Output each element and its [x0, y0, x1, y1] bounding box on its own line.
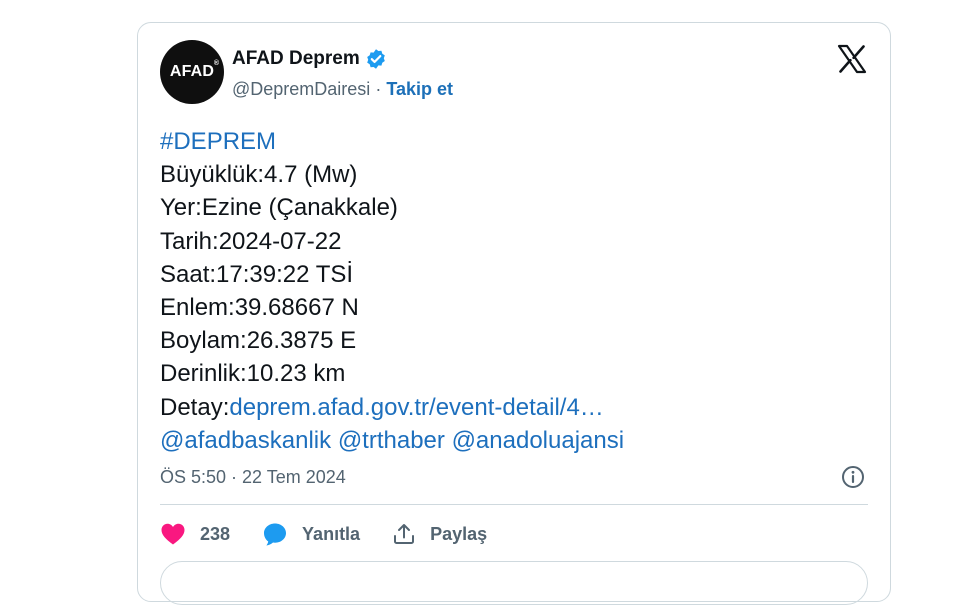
author-name-text[interactable]: AFAD Deprem	[232, 48, 360, 70]
reply-button[interactable]: Yanıtla	[262, 521, 360, 547]
date-line: Tarih:2024-07-22	[160, 227, 342, 255]
author-name[interactable]: AFAD Deprem	[232, 48, 387, 70]
depth-line: Derinlik:10.23 km	[160, 360, 346, 388]
reply-label: Yanıtla	[302, 523, 361, 544]
like-button[interactable]: 238	[160, 522, 230, 546]
mention-trthaber[interactable]: @trthaber	[338, 427, 445, 454]
mention-anadoluajansi[interactable]: @anadoluajansi	[452, 427, 625, 454]
detail-label: Detay:	[160, 393, 230, 421]
detail-link[interactable]: deprem.afad.gov.tr/event-detail/4…	[229, 394, 603, 421]
magnitude-line: Büyüklük:4.7 (Mw)	[160, 161, 358, 189]
tweet-text: #DEPREM Büyüklük:4.7 (Mw) Yer:Ezine (Çan…	[160, 125, 624, 457]
longitude-line: Boylam:26.3875 E	[160, 327, 357, 355]
share-icon	[394, 524, 415, 544]
tweet-card: AFAD ® AFAD Deprem @DepremDairesi · Takip…	[137, 22, 891, 605]
handle-separator: ·	[370, 79, 387, 99]
reply-bubble-icon	[264, 523, 287, 546]
latitude-line: Enlem:39.68667 N	[160, 294, 359, 322]
avatar-logo-text: AFAD ®	[169, 60, 220, 80]
hashtag-link[interactable]: #DEPREM	[160, 128, 276, 155]
follow-button[interactable]: Takip et	[386, 79, 453, 99]
location-line: Yer:Ezine (Çanakkale)	[160, 194, 398, 222]
share-button[interactable]: Paylaş	[392, 522, 487, 546]
x-logo-icon[interactable]	[836, 43, 868, 75]
handle-row: @DepremDairesi · Takip et	[232, 79, 453, 100]
divider	[160, 504, 868, 505]
tweet-timestamp[interactable]: ÖS 5:50 · 22 Tem 2024	[160, 467, 346, 488]
share-label: Paylaş	[430, 523, 488, 544]
author-handle[interactable]: @DepremDairesi	[232, 79, 370, 99]
action-bar: 238 Yanıtla Paylaş	[160, 519, 519, 549]
heart-icon	[161, 523, 185, 545]
avatar[interactable]: AFAD ®	[160, 40, 224, 104]
mention-afadbaskanlik[interactable]: @afadbaskanlik	[160, 427, 331, 454]
like-count: 238	[200, 523, 231, 544]
info-icon[interactable]	[840, 464, 866, 490]
verified-badge-icon	[366, 49, 385, 69]
time-line: Saat:17:39:22 TSİ	[160, 260, 354, 288]
